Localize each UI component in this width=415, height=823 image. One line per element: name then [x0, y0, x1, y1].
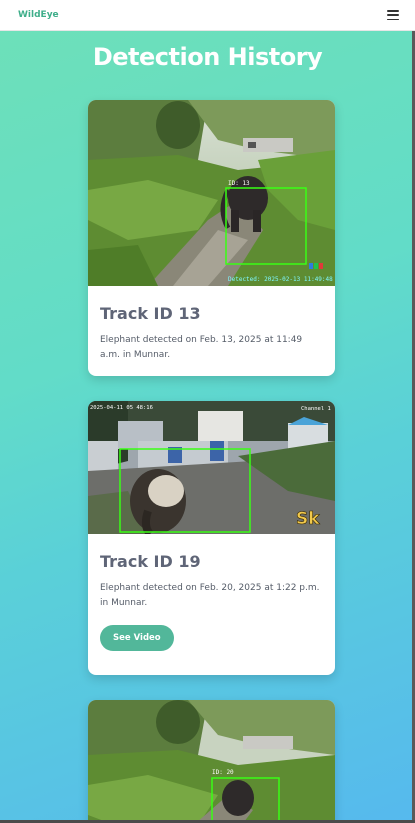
card-description: Elephant detected on Feb. 13, 2025 at 11…	[100, 335, 303, 360]
page-title: Detection History	[92, 43, 323, 71]
card-title: Track ID 13	[100, 304, 201, 323]
see-video-button[interactable]: See Video	[100, 625, 174, 651]
card-body: Track ID 19 Elephant detected on Feb. 20…	[88, 534, 335, 663]
detection-card: ID: 13 Detected: 2025-02-13 11:49:48 Tra…	[88, 100, 335, 376]
detection-image: ID: 20	[88, 700, 335, 823]
detection-stamp: Detected: 2025-02-13 11:49:48	[228, 276, 333, 283]
camera-channel: Channel 1	[301, 406, 331, 412]
detection-card: 2025-04-11 05 48:16 Channel 1 Sk Track I…	[88, 401, 335, 675]
hamburger-menu-icon[interactable]	[387, 10, 399, 20]
brand-logo[interactable]: WildEye	[18, 10, 59, 20]
detection-id-label: ID: 20	[212, 769, 234, 776]
detection-card: ID: 20	[88, 700, 335, 823]
navbar: WildEye	[0, 0, 415, 31]
camera-timestamp: 2025-04-11 05 48:16	[90, 405, 153, 411]
card-title: Track ID 19	[100, 552, 201, 571]
card-description: Elephant detected on Feb. 20, 2025 at 1:…	[100, 583, 320, 608]
watermark-logo: Sk	[296, 509, 320, 529]
card-body: Track ID 13 Elephant detected on Feb. 13…	[88, 286, 335, 375]
detection-image: ID: 13 Detected: 2025-02-13 11:49:48	[88, 100, 335, 286]
detection-image: 2025-04-11 05 48:16 Channel 1 Sk	[88, 401, 335, 534]
detection-id-label: ID: 13	[228, 180, 250, 187]
